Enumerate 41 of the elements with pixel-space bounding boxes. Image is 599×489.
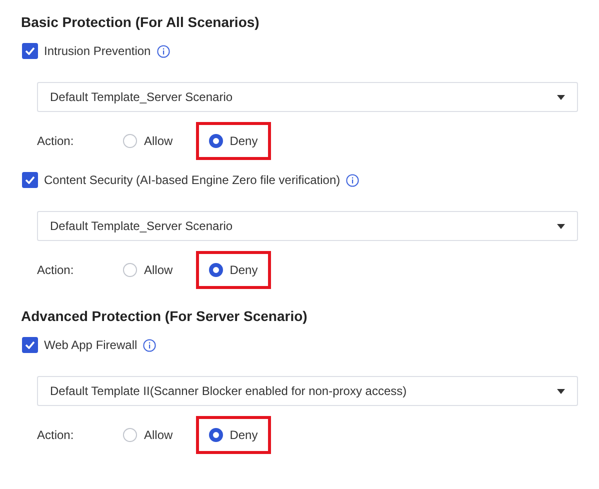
checkbox-label: Web App Firewall: [44, 338, 138, 352]
checkbox-label: Intrusion Prevention: [44, 44, 151, 58]
action-label: Action:: [37, 134, 75, 148]
info-icon[interactable]: [346, 174, 360, 186]
highlighted-radio-option[interactable]: Deny: [196, 122, 271, 160]
template-dropdown[interactable]: Default Template_Server Scenario: [37, 211, 578, 241]
checkbox[interactable]: [22, 337, 38, 353]
radio-label: Deny: [230, 134, 258, 148]
highlighted-radio-option[interactable]: Deny: [196, 251, 271, 289]
template-dropdown[interactable]: Default Template_Server Scenario: [37, 82, 578, 112]
checkmark-icon: [25, 176, 35, 184]
info-icon[interactable]: [156, 44, 170, 58]
radio-icon[interactable]: [123, 263, 137, 277]
checkbox-label: Content Security (AI-based Engine Zero file verification): [44, 173, 340, 187]
checkbox[interactable]: [22, 172, 38, 188]
caret-icon: [557, 94, 565, 100]
checkbox[interactable]: [22, 43, 38, 59]
radio-label: Deny: [230, 428, 258, 442]
section-heading: Basic Protection (For All Scenarios): [21, 13, 260, 31]
radio-option[interactable]: Allow: [110, 251, 186, 289]
action-label: Action:: [37, 428, 75, 442]
action-label: Action:: [37, 263, 75, 277]
radio-label: Allow: [144, 428, 173, 442]
radio-option[interactable]: Allow: [110, 122, 186, 160]
radio-icon[interactable]: [208, 134, 223, 148]
template-dropdown[interactable]: Default Template II(Scanner Blocker enabled for non-proxy access): [37, 376, 578, 406]
info-icon[interactable]: [143, 338, 156, 352]
checkmark-icon: [25, 341, 35, 349]
radio-label: Allow: [144, 134, 173, 148]
caret-icon: [557, 388, 565, 394]
highlighted-radio-option[interactable]: Deny: [196, 416, 271, 454]
radio-icon[interactable]: [123, 428, 137, 442]
radio-option[interactable]: Allow: [110, 416, 186, 454]
radio-icon[interactable]: [123, 134, 137, 148]
radio-icon[interactable]: [208, 428, 223, 442]
radio-icon[interactable]: [208, 263, 223, 277]
checkmark-icon: [25, 47, 35, 55]
caret-icon: [557, 224, 565, 228]
radio-label: Allow: [144, 263, 173, 277]
radio-label: Deny: [230, 263, 258, 277]
section-heading: Advanced Protection (For Server Scenario): [21, 307, 308, 325]
